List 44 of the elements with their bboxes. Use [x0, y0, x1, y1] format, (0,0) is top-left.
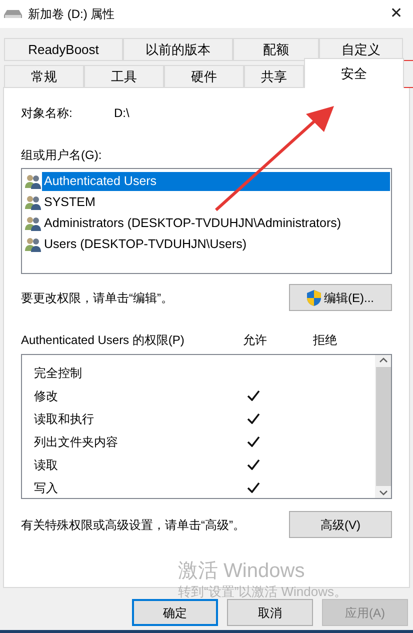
edit-button[interactable]: 编辑(E)...	[289, 284, 392, 311]
scroll-down-icon[interactable]	[378, 490, 388, 496]
dialog-button[interactable]: 确定	[132, 599, 218, 626]
activation-subtitle: 转到“设置”以激活 Windows。	[178, 584, 348, 599]
group-item[interactable]: Authenticated Users	[42, 172, 390, 191]
tab[interactable]: ReadyBoost	[4, 38, 123, 61]
users-icon	[25, 195, 42, 210]
deny-header: 拒绝	[313, 332, 337, 349]
group-item[interactable]: Users (DESKTOP-TVDUHJN\Users)	[42, 235, 390, 254]
scrollbar[interactable]	[375, 355, 391, 498]
advanced-hint: 有关特殊权限或高级设置，请单击“高级”。	[21, 516, 245, 534]
drive-icon	[4, 9, 22, 19]
object-name-label: 对象名称:	[21, 105, 74, 122]
scroll-thumb[interactable]	[376, 367, 390, 486]
permission-name: 完全控制	[34, 364, 83, 382]
groups-label: 组或用户名(G):	[21, 147, 103, 164]
users-icon	[25, 216, 42, 231]
activation-title: 激活 Windows	[178, 560, 305, 582]
tab[interactable]: 配额	[233, 38, 319, 61]
tab[interactable]: 共享	[244, 65, 304, 88]
tab[interactable]: 硬件	[164, 65, 244, 88]
window-title: 新加卷 (D:) 属性	[28, 6, 115, 23]
tab[interactable]: 常规	[4, 65, 84, 88]
allow-header: 允许	[243, 332, 268, 349]
group-item[interactable]: SYSTEM	[42, 193, 390, 212]
permission-name: 写入	[34, 480, 59, 496]
dialog-button[interactable]: 取消	[227, 599, 313, 626]
permissions-label: Authenticated Users 的权限(P)	[21, 332, 186, 349]
permission-name: 读取和执行	[34, 410, 95, 428]
edit-hint: 要更改权限，请单击“编辑”。	[21, 290, 173, 306]
permission-name: 读取	[34, 456, 59, 474]
tab[interactable]: 安全	[304, 58, 404, 88]
tab[interactable]: 工具	[84, 65, 164, 88]
scroll-up-icon[interactable]	[378, 357, 388, 363]
group-item[interactable]: Administrators (DESKTOP-TVDUHJN\Administrators)	[42, 214, 390, 233]
object-name-value: D:\	[114, 105, 130, 122]
close-button[interactable]: ✕	[390, 2, 403, 26]
advanced-button[interactable]: 高级(V)	[289, 511, 392, 538]
shield-icon	[307, 290, 321, 306]
tab[interactable]: 以前的版本	[123, 38, 233, 61]
permission-name: 修改	[34, 388, 59, 404]
permission-name: 列出文件夹内容	[34, 434, 119, 450]
users-icon	[25, 237, 42, 252]
users-icon	[25, 174, 42, 189]
